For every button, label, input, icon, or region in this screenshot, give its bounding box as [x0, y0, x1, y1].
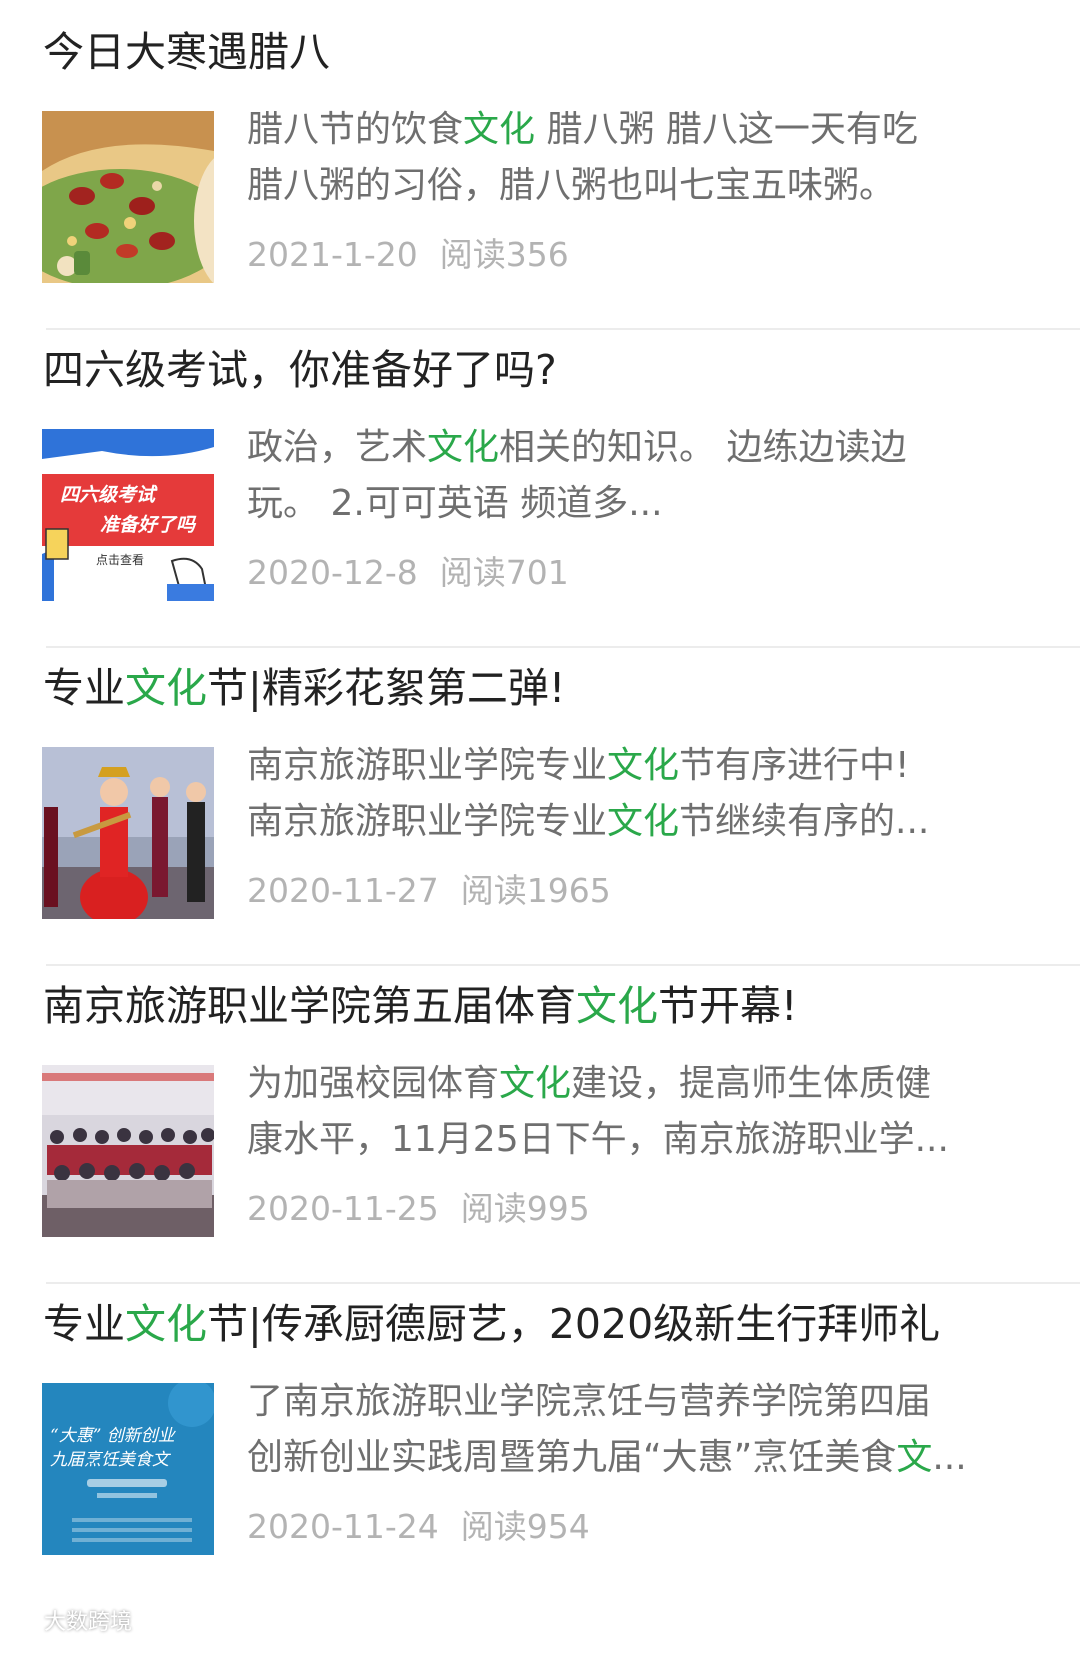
- laba-porridge-thumbnail[interactable]: [42, 111, 214, 283]
- article-date: 2021-1-20: [247, 235, 418, 274]
- article-date: 2020-11-25: [247, 1189, 439, 1228]
- read-count: 阅读1965: [460, 871, 611, 910]
- article-date: 2020-11-24: [247, 1507, 439, 1546]
- cet-exam-thumbnail[interactable]: 四六级考试 准备好了吗 点击查看: [42, 429, 214, 601]
- article-date: 2020-12-8: [247, 553, 418, 592]
- read-count: 阅读356: [439, 235, 569, 274]
- article-item[interactable]: 专业文化节|精彩花絮第二弹! 南京旅游职业学院专业文化节有序进行中! 南京旅游职…: [0, 636, 1080, 966]
- thumb-label: 准备好了吗: [100, 514, 197, 536]
- thumb-label: “大惠” 创新创业: [50, 1426, 177, 1446]
- article-title[interactable]: 专业文化节|精彩花絮第二弹!: [43, 660, 1053, 716]
- article-title[interactable]: 今日大寒遇腊八: [43, 24, 1053, 80]
- article-title[interactable]: 四六级考试，你准备好了吗?: [43, 342, 1053, 398]
- read-count: 阅读701: [439, 553, 569, 592]
- article-item[interactable]: 四六级考试，你准备好了吗? 四六级考试 准备好了吗 点击查看 政治，艺术文化相关…: [0, 318, 1080, 648]
- article-meta: 2020-11-27 阅读1965: [247, 868, 611, 914]
- article-summary: 了南京旅游职业学院烹饪与营养学院第四届 创新创业实践周暨第九届“大惠”烹饪美食文…: [247, 1381, 967, 1478]
- thumb-label: 四六级考试: [60, 484, 158, 506]
- article-item[interactable]: 今日大寒遇腊八 腊八节的饮食文化 腊八粥 腊八这一天有吃 腊八粥的习俗，腊八粥也…: [0, 0, 1080, 330]
- watermark: 大数跨境: [6, 1606, 132, 1638]
- article-meta: 2020-12-8 阅读701: [247, 550, 569, 596]
- watermark-logo-icon: [6, 1610, 38, 1637]
- article-item[interactable]: 南京旅游职业学院第五届体育文化节开幕! 为加强校园体育文化建设，提高师生体质健 …: [0, 954, 1080, 1284]
- article-summary: 为加强校园体育文化建设，提高师生体质健 康水平，11月25日下午，南京旅游职业学…: [247, 1063, 949, 1160]
- thumb-label: 九届烹饪美食文: [50, 1450, 172, 1470]
- read-count: 阅读954: [460, 1507, 590, 1546]
- article-meta: 2020-11-24 阅读954: [247, 1504, 590, 1550]
- article-meta: 2021-1-20 阅读356: [247, 232, 569, 278]
- group-photo-thumbnail[interactable]: [42, 1065, 214, 1237]
- article-title[interactable]: 南京旅游职业学院第五届体育文化节开幕!: [43, 978, 1053, 1034]
- article-date: 2020-11-27: [247, 871, 439, 910]
- article-meta: 2020-11-25 阅读995: [247, 1186, 590, 1232]
- article-item[interactable]: 专业文化节|传承厨德厨艺，2020级新生行拜师礼 “大惠” 创新创业 九届烹饪美…: [0, 1272, 1080, 1602]
- cooking-festival-poster-thumbnail[interactable]: “大惠” 创新创业 九届烹饪美食文: [42, 1383, 214, 1555]
- article-summary: 腊八节的饮食文化 腊八粥 腊八这一天有吃 腊八粥的习俗，腊八粥也叫七宝五味粥。: [247, 109, 918, 206]
- thumb-label: 点击查看: [96, 553, 144, 567]
- read-count: 阅读995: [460, 1189, 590, 1228]
- article-summary: 南京旅游职业学院专业文化节有序进行中! 南京旅游职业学院专业文化节继续有序的..…: [247, 745, 930, 842]
- article-summary: 政治，艺术文化相关的知识。 边练边读边 玩。 2.可可英语 频道多...: [247, 427, 907, 524]
- article-title[interactable]: 专业文化节|传承厨德厨艺，2020级新生行拜师礼: [43, 1296, 1053, 1352]
- performance-photo-thumbnail[interactable]: [42, 747, 214, 919]
